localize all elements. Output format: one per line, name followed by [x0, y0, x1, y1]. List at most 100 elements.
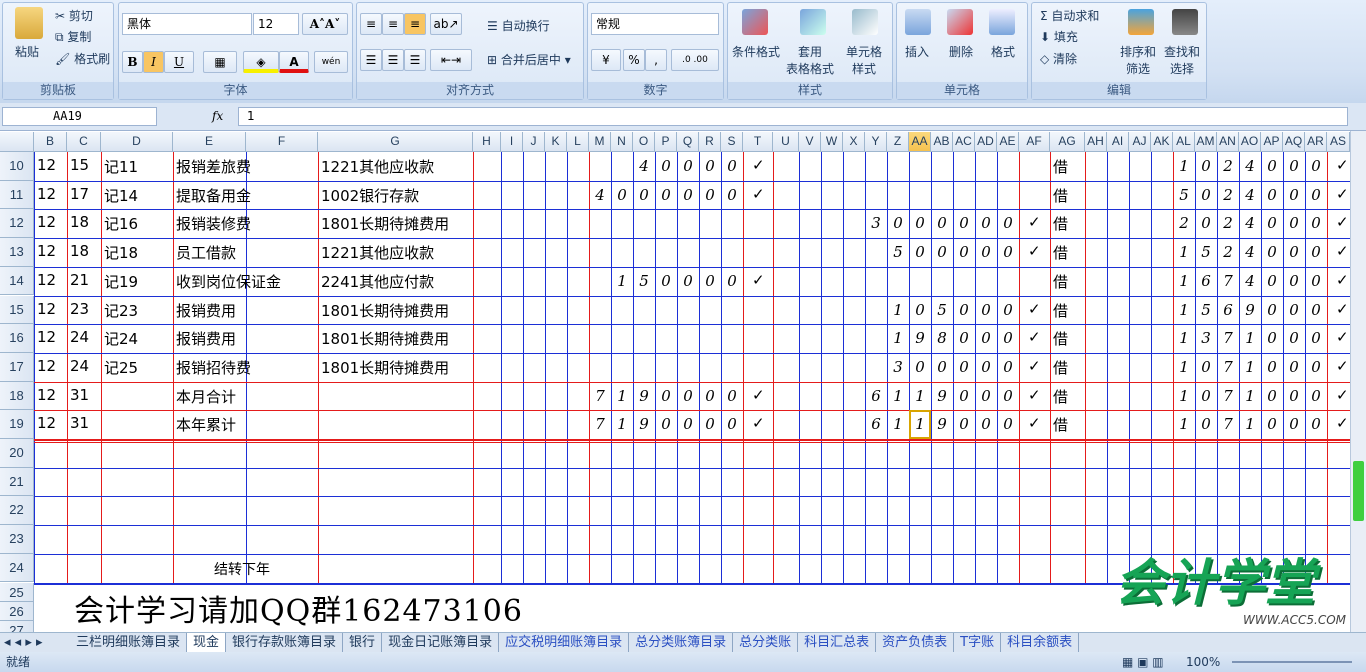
sheet-tab[interactable]: 总分类账 — [733, 633, 799, 652]
column-header-e[interactable]: E — [173, 132, 246, 152]
column-header-ab[interactable]: AB — [931, 132, 953, 152]
column-header-u[interactable]: U — [773, 132, 799, 152]
cell-dir[interactable]: 借 — [1050, 213, 1068, 234]
column-header-ag[interactable]: AG — [1050, 132, 1085, 152]
orientation-button[interactable]: ab↗ — [430, 13, 462, 35]
number-format-select[interactable]: 常规 — [591, 13, 719, 35]
column-header-ah[interactable]: AH — [1085, 132, 1107, 152]
row-header-12[interactable]: 12 — [0, 209, 34, 239]
align-middle-button[interactable]: ≡ — [382, 13, 404, 35]
column-header-n[interactable]: N — [611, 132, 633, 152]
sheet-tab[interactable]: 现金日记账簿目录 — [382, 633, 500, 652]
cell-account[interactable]: 2241其他应付款 — [318, 271, 434, 292]
row-header-18[interactable]: 18 — [0, 381, 34, 411]
percent-button[interactable]: % — [623, 49, 645, 71]
align-left-button[interactable]: ☰ — [360, 49, 382, 71]
cell-month[interactable]: 12 — [34, 414, 56, 432]
cell-day[interactable]: 31 — [67, 386, 89, 404]
row-header-26[interactable]: 26 — [0, 601, 34, 621]
cell-voucher[interactable]: 记11 — [101, 156, 138, 177]
row-header-27[interactable]: 27 — [0, 620, 34, 632]
cell-summary[interactable]: 报销费用 — [173, 328, 236, 349]
sheet-tab[interactable]: 银行存款账簿目录 — [226, 633, 344, 652]
cell-month[interactable]: 12 — [34, 242, 56, 260]
cell-month[interactable]: 12 — [34, 185, 56, 203]
cell-dir[interactable]: 借 — [1050, 271, 1068, 292]
column-header-o[interactable]: O — [633, 132, 655, 152]
sheet-tab[interactable]: 三栏明细账簿目录 — [70, 633, 188, 652]
sheet-tab[interactable]: T字账 — [954, 633, 1002, 652]
column-header-b[interactable]: B — [34, 132, 67, 152]
column-header-ao[interactable]: AO — [1239, 132, 1261, 152]
phonetic-button[interactable]: wén — [314, 51, 348, 73]
italic-button[interactable]: I — [143, 51, 164, 73]
cell-day[interactable]: 15 — [67, 156, 89, 174]
column-header-z[interactable]: Z — [887, 132, 909, 152]
cell-summary[interactable]: 报销差旅费 — [173, 156, 251, 177]
wrap-text-button[interactable]: ☰ 自动换行 — [487, 17, 550, 34]
paste-button[interactable]: 粘贴 — [15, 43, 39, 60]
indent-button[interactable]: ⇤⇥ — [430, 49, 472, 71]
font-name-select[interactable]: 黑体 — [122, 13, 252, 35]
column-header-as[interactable]: AS — [1327, 132, 1350, 152]
column-header-af[interactable]: AF — [1019, 132, 1050, 152]
column-header-l[interactable]: L — [567, 132, 589, 152]
sheet-tab[interactable]: 科目余额表 — [1001, 633, 1080, 652]
cell-day[interactable]: 24 — [67, 328, 89, 346]
row-header-22[interactable]: 22 — [0, 496, 34, 526]
cell-summary[interactable]: 报销费用 — [173, 300, 236, 321]
cell-account[interactable]: 1801长期待摊费用 — [318, 300, 449, 321]
column-header-m[interactable]: M — [589, 132, 611, 152]
column-header-c[interactable]: C — [67, 132, 101, 152]
cell-voucher[interactable]: 记24 — [101, 328, 138, 349]
sheet-tab[interactable]: 科目汇总表 — [798, 633, 877, 652]
cell-summary[interactable]: 提取备用金 — [173, 185, 251, 206]
sheet-tab[interactable]: 银行 — [343, 633, 383, 652]
cell-voucher[interactable]: 记16 — [101, 213, 138, 234]
column-header-d[interactable]: D — [101, 132, 173, 152]
cell-voucher[interactable]: 记19 — [101, 271, 138, 292]
zoom-slider[interactable] — [1232, 661, 1352, 663]
cell-dir[interactable]: 借 — [1050, 328, 1068, 349]
carry-forward-label[interactable]: 结转下年 — [211, 559, 270, 579]
cell-day[interactable]: 18 — [67, 242, 89, 260]
column-header-ap[interactable]: AP — [1261, 132, 1283, 152]
font-size-select[interactable]: 12 — [253, 13, 299, 35]
align-top-button[interactable]: ≡ — [360, 13, 382, 35]
cell-account[interactable]: 1801长期待摊费用 — [318, 328, 449, 349]
align-right-button[interactable]: ☰ — [404, 49, 426, 71]
cell-month[interactable]: 12 — [34, 300, 56, 318]
fill-color-button[interactable]: ◈ — [243, 51, 279, 73]
autosum-button[interactable]: Σ 自动求和 — [1040, 7, 1099, 24]
cell-dir[interactable]: 借 — [1050, 414, 1068, 435]
align-center-button[interactable]: ☰ — [382, 49, 404, 71]
border-button[interactable]: ▦ — [203, 51, 237, 73]
cell-summary[interactable]: 本月合计 — [173, 386, 236, 407]
column-header-ak[interactable]: AK — [1151, 132, 1173, 152]
row-header-25[interactable]: 25 — [0, 582, 34, 602]
view-buttons[interactable]: ▦ ▣ ▥ — [1122, 652, 1164, 672]
row-header-24[interactable]: 24 — [0, 553, 34, 583]
decimal-button[interactable]: .0 .00 — [671, 49, 719, 71]
table-format-button[interactable]: 套用 表格格式 — [786, 43, 834, 77]
column-header-g[interactable]: G — [318, 132, 473, 152]
column-header-an[interactable]: AN — [1217, 132, 1239, 152]
cell-dir[interactable]: 借 — [1050, 357, 1068, 378]
row-header-16[interactable]: 16 — [0, 324, 34, 353]
cell-dir[interactable]: 借 — [1050, 185, 1068, 206]
fx-icon[interactable]: fx — [212, 109, 223, 123]
cell-day[interactable]: 17 — [67, 185, 89, 203]
column-header-s[interactable]: S — [721, 132, 743, 152]
cell-day[interactable]: 31 — [67, 414, 89, 432]
cell-account[interactable]: 1221其他应收款 — [318, 242, 434, 263]
column-header-h[interactable]: H — [473, 132, 501, 152]
conditional-format-button[interactable]: 条件格式 — [732, 43, 780, 60]
column-header-ad[interactable]: AD — [975, 132, 997, 152]
find-select-button[interactable]: 查找和 选择 — [1164, 43, 1200, 77]
insert-button[interactable]: 插入 — [905, 43, 929, 60]
cell-account[interactable]: 1221其他应收款 — [318, 156, 434, 177]
column-header-t[interactable]: T — [743, 132, 773, 152]
cell-dir[interactable]: 借 — [1050, 242, 1068, 263]
row-header-23[interactable]: 23 — [0, 525, 34, 554]
fill-button[interactable]: ⬇ 填充 — [1040, 28, 1078, 45]
